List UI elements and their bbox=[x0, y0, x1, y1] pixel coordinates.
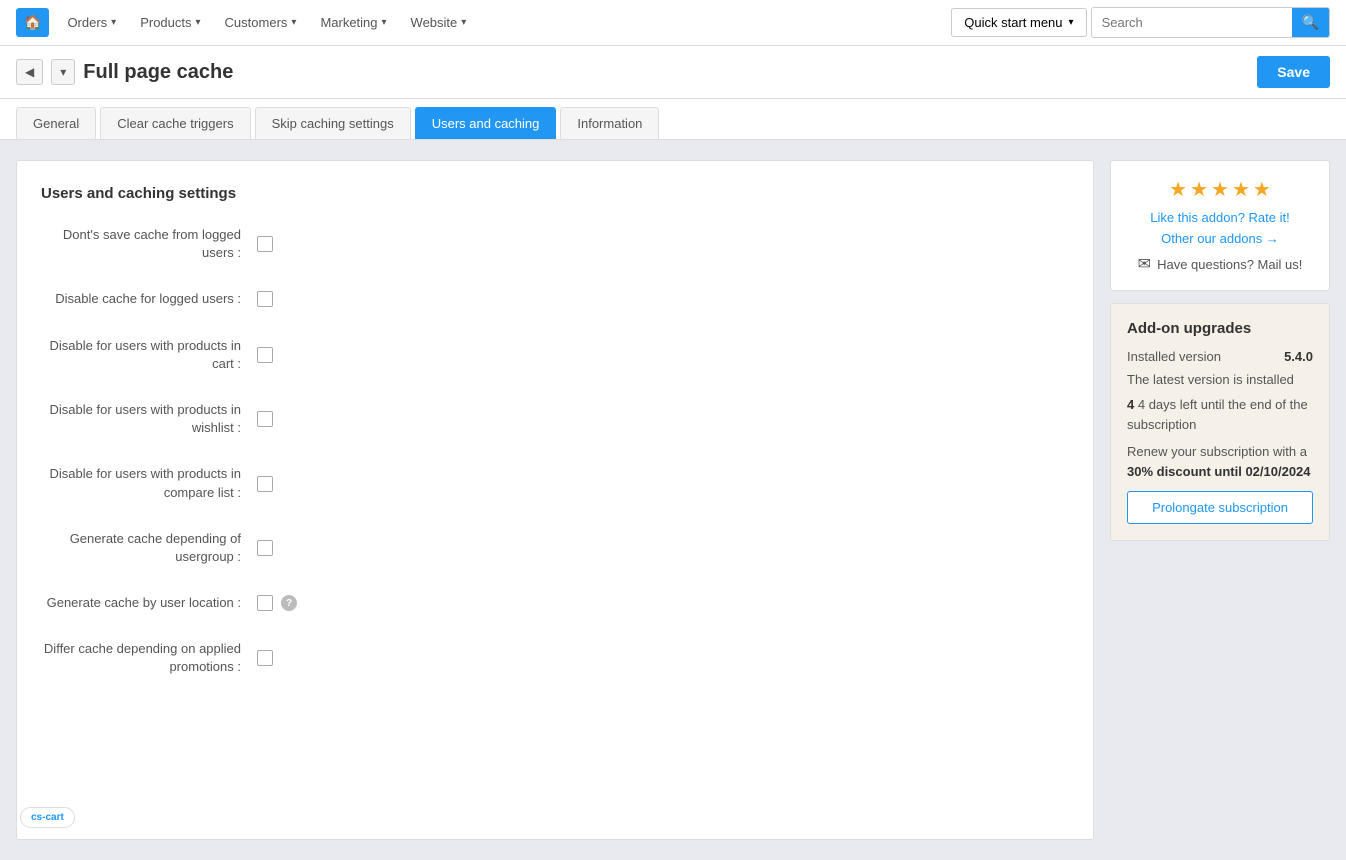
field-label-usergroup: Generate cache depending of usergroup : bbox=[41, 530, 241, 566]
tab-clear-cache-triggers[interactable]: Clear cache triggers bbox=[100, 107, 250, 139]
installed-version-value: 5.4.0 bbox=[1284, 349, 1313, 364]
checkbox-dont-save-cache[interactable] bbox=[257, 236, 273, 252]
nav-products[interactable]: Products ▾ bbox=[130, 9, 210, 36]
nav-customers[interactable]: Customers ▾ bbox=[215, 9, 307, 36]
star-3: ★ bbox=[1211, 177, 1229, 202]
tab-users-and-caching[interactable]: Users and caching bbox=[415, 107, 557, 139]
star-5: ★ bbox=[1253, 177, 1271, 202]
field-label-promotions: Differ cache depending on applied promot… bbox=[41, 640, 241, 676]
stars-row: ★ ★ ★ ★ ★ bbox=[1127, 177, 1313, 202]
field-label-disable-wishlist: Disable for users with products in wishl… bbox=[41, 401, 241, 437]
latest-version-text: The latest version is installed bbox=[1127, 372, 1313, 387]
rating-card: ★ ★ ★ ★ ★ Like this addon? Rate it! Othe… bbox=[1110, 160, 1330, 291]
back-button[interactable]: ◀ bbox=[16, 59, 43, 85]
home-button[interactable]: 🏠 bbox=[16, 8, 49, 37]
checkbox-disable-compare[interactable] bbox=[257, 476, 273, 492]
checkbox-user-location[interactable] bbox=[257, 595, 273, 611]
star-2: ★ bbox=[1190, 177, 1208, 202]
star-4: ★ bbox=[1232, 177, 1250, 202]
section-title: Users and caching settings bbox=[41, 185, 1069, 202]
installed-version-label: Installed version bbox=[1127, 349, 1221, 364]
quick-menu-button[interactable]: Quick start menu ▾ bbox=[951, 8, 1086, 37]
field-control-disable-compare bbox=[257, 476, 273, 492]
bottom-logo: cs-cart bbox=[20, 807, 75, 828]
chevron-down-icon: ▾ bbox=[461, 17, 466, 28]
search-input[interactable] bbox=[1092, 9, 1292, 36]
field-label-dont-save-cache: Dont's save cache from logged users : bbox=[41, 226, 241, 262]
addon-upgrades-title: Add-on upgrades bbox=[1127, 320, 1313, 337]
tab-general[interactable]: General bbox=[16, 107, 96, 139]
dropdown-button[interactable]: ▾ bbox=[51, 59, 75, 85]
checkbox-disable-logged-users[interactable] bbox=[257, 291, 273, 307]
nav-website[interactable]: Website ▾ bbox=[401, 9, 477, 36]
main-layout: Users and caching settings Dont's save c… bbox=[0, 140, 1346, 860]
form-row-disable-compare: Disable for users with products in compa… bbox=[41, 465, 1069, 501]
topbar: 🏠 Orders ▾ Products ▾ Customers ▾ Market… bbox=[0, 0, 1346, 46]
form-row-disable-logged-users: Disable cache for logged users : bbox=[41, 290, 1069, 308]
sidebar: ★ ★ ★ ★ ★ Like this addon? Rate it! Othe… bbox=[1110, 160, 1330, 541]
form-row-disable-wishlist: Disable for users with products in wishl… bbox=[41, 401, 1069, 437]
nav-orders[interactable]: Orders ▾ bbox=[57, 9, 126, 36]
field-control-user-location: ? bbox=[257, 595, 297, 611]
field-control-disable-cart bbox=[257, 347, 273, 363]
tabbar: General Clear cache triggers Skip cachin… bbox=[0, 99, 1346, 140]
form-row-disable-cart: Disable for users with products in cart … bbox=[41, 337, 1069, 373]
save-button[interactable]: Save bbox=[1257, 56, 1330, 88]
renew-text: Renew your subscription with a 30% disco… bbox=[1127, 442, 1313, 481]
field-control-promotions bbox=[257, 650, 273, 666]
other-addons-link[interactable]: Other our addons → bbox=[1127, 231, 1313, 246]
prolong-button[interactable]: Prolongate subscription bbox=[1127, 491, 1313, 524]
tab-skip-caching[interactable]: Skip caching settings bbox=[255, 107, 411, 139]
form-row-dont-save-cache: Dont's save cache from logged users : bbox=[41, 226, 1069, 262]
field-label-disable-logged-users: Disable cache for logged users : bbox=[41, 290, 241, 308]
chevron-down-icon: ▾ bbox=[196, 17, 201, 28]
form-row-promotions: Differ cache depending on applied promot… bbox=[41, 640, 1069, 676]
field-control-usergroup bbox=[257, 540, 273, 556]
chevron-down-icon: ▾ bbox=[291, 17, 296, 28]
checkbox-promotions[interactable] bbox=[257, 650, 273, 666]
field-control-disable-wishlist bbox=[257, 411, 273, 427]
cs-cart-logo: cs-cart bbox=[31, 812, 64, 823]
days-left-text: 4 4 days left until the end of the subsc… bbox=[1127, 395, 1313, 434]
mail-icon: ✉ bbox=[1138, 254, 1151, 274]
field-label-disable-compare: Disable for users with products in compa… bbox=[41, 465, 241, 501]
chevron-down-icon: ▾ bbox=[382, 17, 387, 28]
field-label-user-location: Generate cache by user location : bbox=[41, 594, 241, 612]
help-icon[interactable]: ? bbox=[281, 595, 297, 611]
field-control-dont-save-cache bbox=[257, 236, 273, 252]
mail-row: ✉ Have questions? Mail us! bbox=[1127, 254, 1313, 274]
search-button[interactable]: 🔍 bbox=[1292, 8, 1329, 37]
checkbox-usergroup[interactable] bbox=[257, 540, 273, 556]
star-1: ★ bbox=[1169, 177, 1187, 202]
chevron-down-icon: ▾ bbox=[111, 17, 116, 28]
version-row: Installed version 5.4.0 bbox=[1127, 349, 1313, 364]
field-label-disable-cart: Disable for users with products in cart … bbox=[41, 337, 241, 373]
mail-text: Have questions? Mail us! bbox=[1157, 257, 1302, 272]
addon-upgrades-card: Add-on upgrades Installed version 5.4.0 … bbox=[1110, 303, 1330, 541]
nav-marketing[interactable]: Marketing ▾ bbox=[310, 9, 396, 36]
checkbox-disable-cart[interactable] bbox=[257, 347, 273, 363]
tab-information[interactable]: Information bbox=[560, 107, 659, 139]
field-control-disable-logged-users bbox=[257, 291, 273, 307]
checkbox-disable-wishlist[interactable] bbox=[257, 411, 273, 427]
rate-link[interactable]: Like this addon? Rate it! bbox=[1127, 210, 1313, 225]
form-row-usergroup: Generate cache depending of usergroup : bbox=[41, 530, 1069, 566]
page-header: ◀ ▾ Full page cache Save bbox=[0, 46, 1346, 99]
search-bar: 🔍 bbox=[1091, 7, 1330, 38]
form-row-user-location: Generate cache by user location : ? bbox=[41, 594, 1069, 612]
content-area: Users and caching settings Dont's save c… bbox=[16, 160, 1094, 840]
page-title: Full page cache bbox=[83, 61, 1249, 84]
chevron-down-icon: ▾ bbox=[1069, 17, 1074, 28]
